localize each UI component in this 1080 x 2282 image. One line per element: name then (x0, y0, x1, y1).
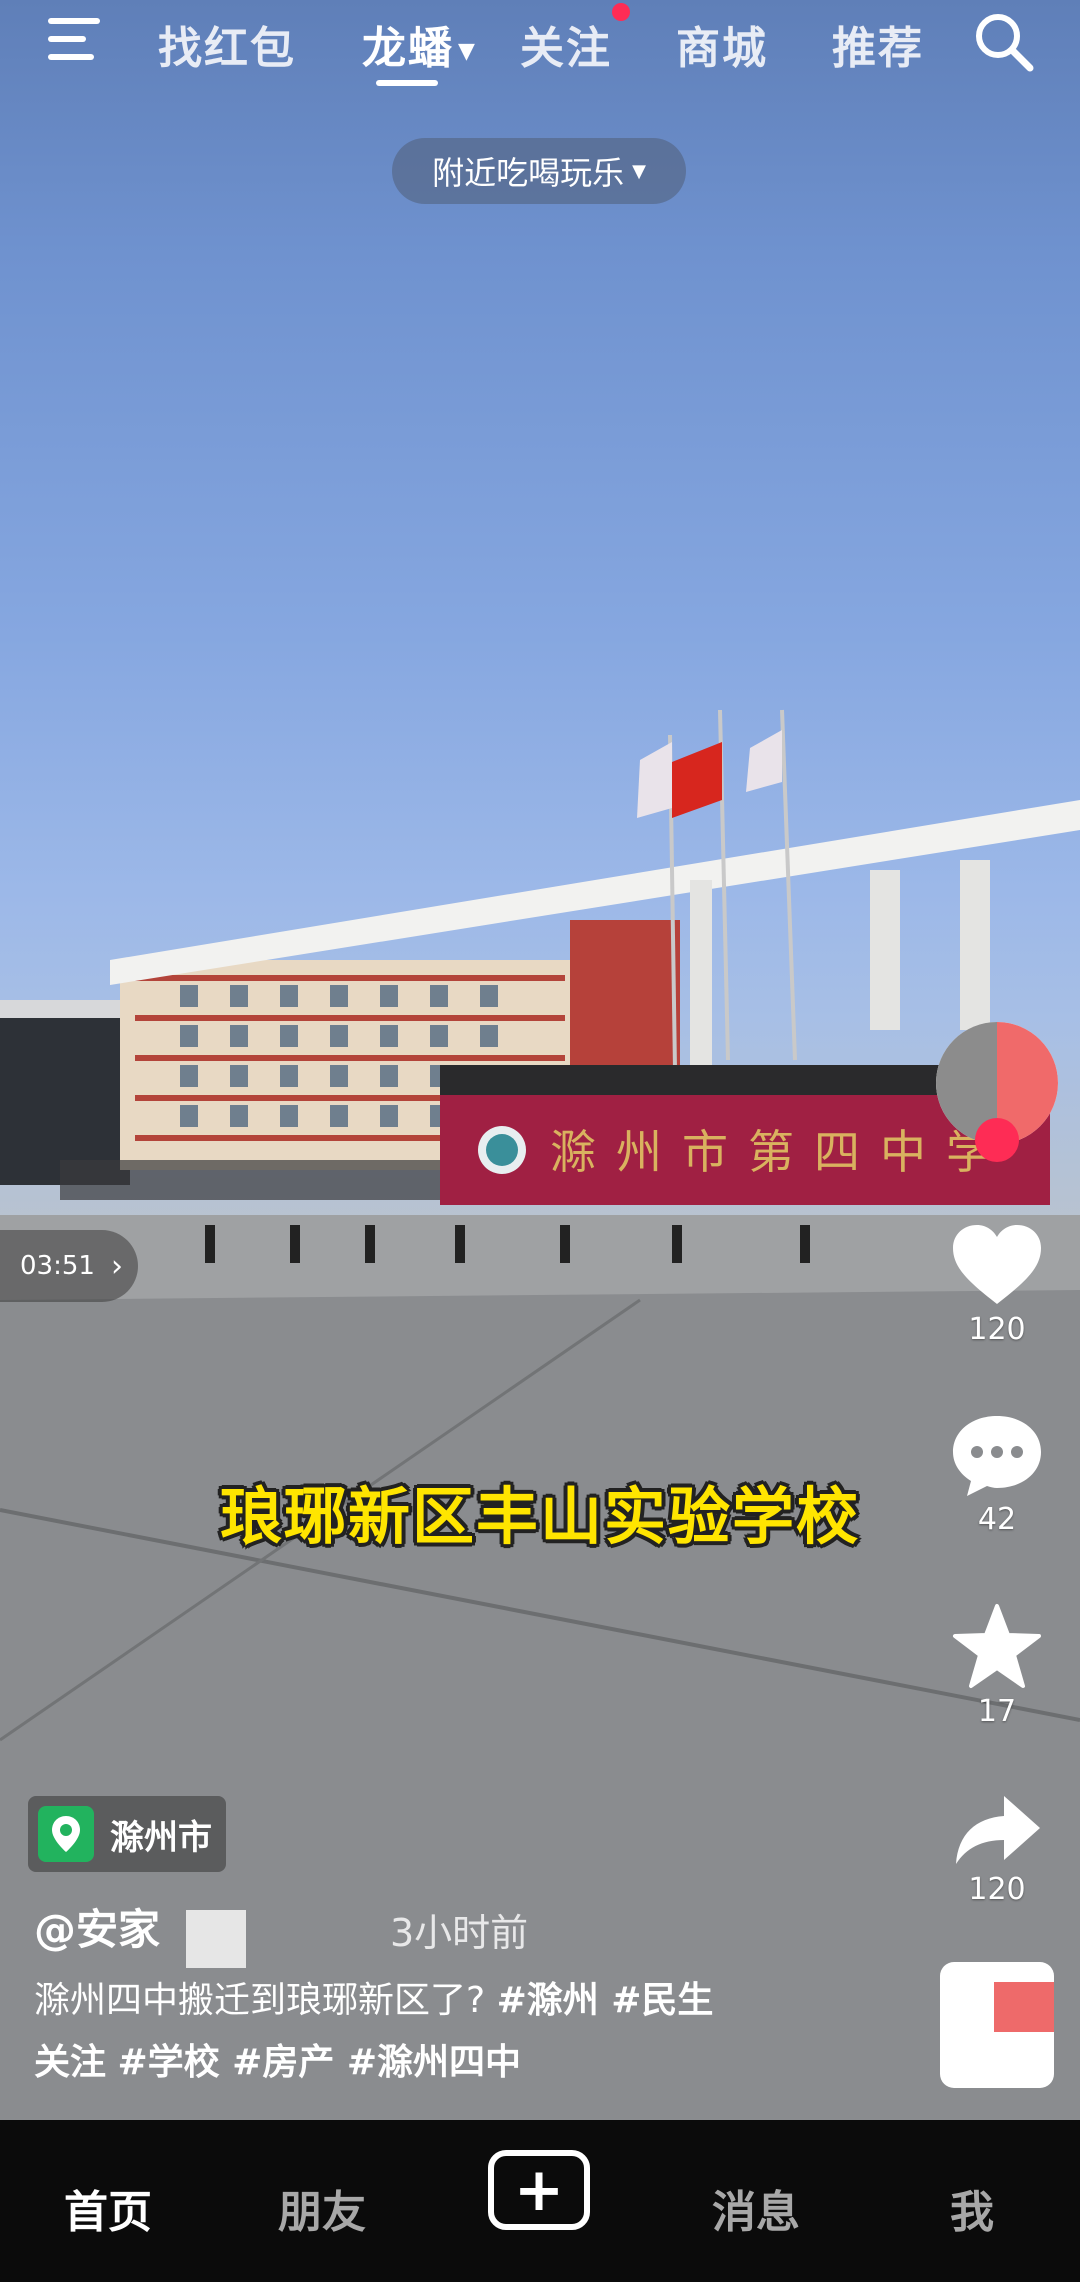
bottom-navigation: 首页 朋友 + 消息 我 (0, 2120, 1080, 2282)
hashtags-line-1[interactable]: #滁州 #民生 (497, 1980, 714, 2021)
nearby-filter-button[interactable]: 附近吃喝玩乐 ▼ (392, 138, 686, 204)
comment-button[interactable]: 42 (932, 1412, 1062, 1537)
description-line-2: 关注 #学校 #房产 #滁州四中 (34, 2032, 814, 2094)
favorite-count: 17 (977, 1694, 1017, 1729)
author-name[interactable]: @安家 (34, 1896, 160, 1957)
plus-icon: + (513, 2155, 565, 2225)
description-line-1: 滁州四中搬迁到琅琊新区了? #滁州 #民生 (34, 1970, 814, 2032)
menu-icon[interactable] (44, 16, 104, 62)
author-name-mosaic (186, 1910, 246, 1968)
video-subtitle: 琅琊新区丰山实验学校 (219, 1480, 860, 1553)
share-button[interactable]: 120 (932, 1792, 1062, 1907)
tab-longpan-label: 龙蟠 (362, 23, 454, 74)
hashtags-line-2-prefix[interactable]: 关注 (34, 2042, 106, 2083)
author-avatar-button[interactable] (932, 1022, 1062, 1162)
location-pin-icon (38, 1806, 94, 1862)
like-count: 120 (968, 1312, 1026, 1347)
nav-friends[interactable]: 朋友 (278, 2176, 366, 2240)
search-icon[interactable] (972, 10, 1036, 74)
tab-hongbao[interactable]: 找红包 (158, 12, 296, 76)
caret-down-icon: ▼ (458, 38, 477, 64)
share-arrow-icon (956, 1796, 1040, 1864)
chevron-right-icon: › (110, 1248, 123, 1284)
like-button[interactable]: 120 (932, 1222, 1062, 1347)
follow-plus-icon[interactable] (975, 1118, 1019, 1162)
tab-following[interactable]: 关注 (520, 12, 612, 76)
star-icon (953, 1604, 1041, 1688)
active-tab-indicator (376, 80, 438, 86)
description-text: 滁州四中搬迁到琅琊新区了? (34, 1980, 486, 2021)
comment-icon (953, 1416, 1041, 1496)
comment-count: 42 (977, 1502, 1017, 1537)
hashtags-line-2[interactable]: #学校 #房产 #滁州四中 (117, 2042, 521, 2083)
heart-icon (953, 1225, 1041, 1304)
location-tag[interactable]: 滁州市 (28, 1796, 226, 1872)
nav-me[interactable]: 我 (950, 2176, 994, 2240)
caret-down-icon: ▼ (632, 160, 646, 182)
nearby-label: 附近吃喝玩乐 (432, 154, 625, 192)
post-time: 3小时前 (390, 1911, 529, 1955)
top-bar: 找红包 龙蟠 ▼ 关注 商城 推荐 (0, 0, 1080, 90)
video-duration-pill[interactable]: 03:51 › (0, 1230, 138, 1302)
nav-home[interactable]: 首页 (64, 2176, 152, 2240)
nav-messages[interactable]: 消息 (712, 2176, 800, 2240)
notification-dot (612, 3, 630, 21)
tab-longpan[interactable]: 龙蟠 ▼ (362, 12, 477, 76)
post-description: 滁州四中搬迁到琅琊新区了? #滁州 #民生 关注 #学校 #房产 #滁州四中 (34, 1970, 814, 2094)
music-disc-button[interactable] (932, 1962, 1062, 2088)
tab-recommend[interactable]: 推荐 (832, 12, 924, 76)
create-post-button[interactable]: + (488, 2150, 590, 2230)
share-count: 120 (968, 1872, 1026, 1907)
location-label: 滁州市 (110, 1817, 212, 1858)
music-cover (940, 1962, 1054, 2088)
favorite-button[interactable]: 17 (932, 1602, 1062, 1729)
duration-text: 03:51 (20, 1251, 95, 1281)
tab-mall[interactable]: 商城 (676, 12, 768, 76)
